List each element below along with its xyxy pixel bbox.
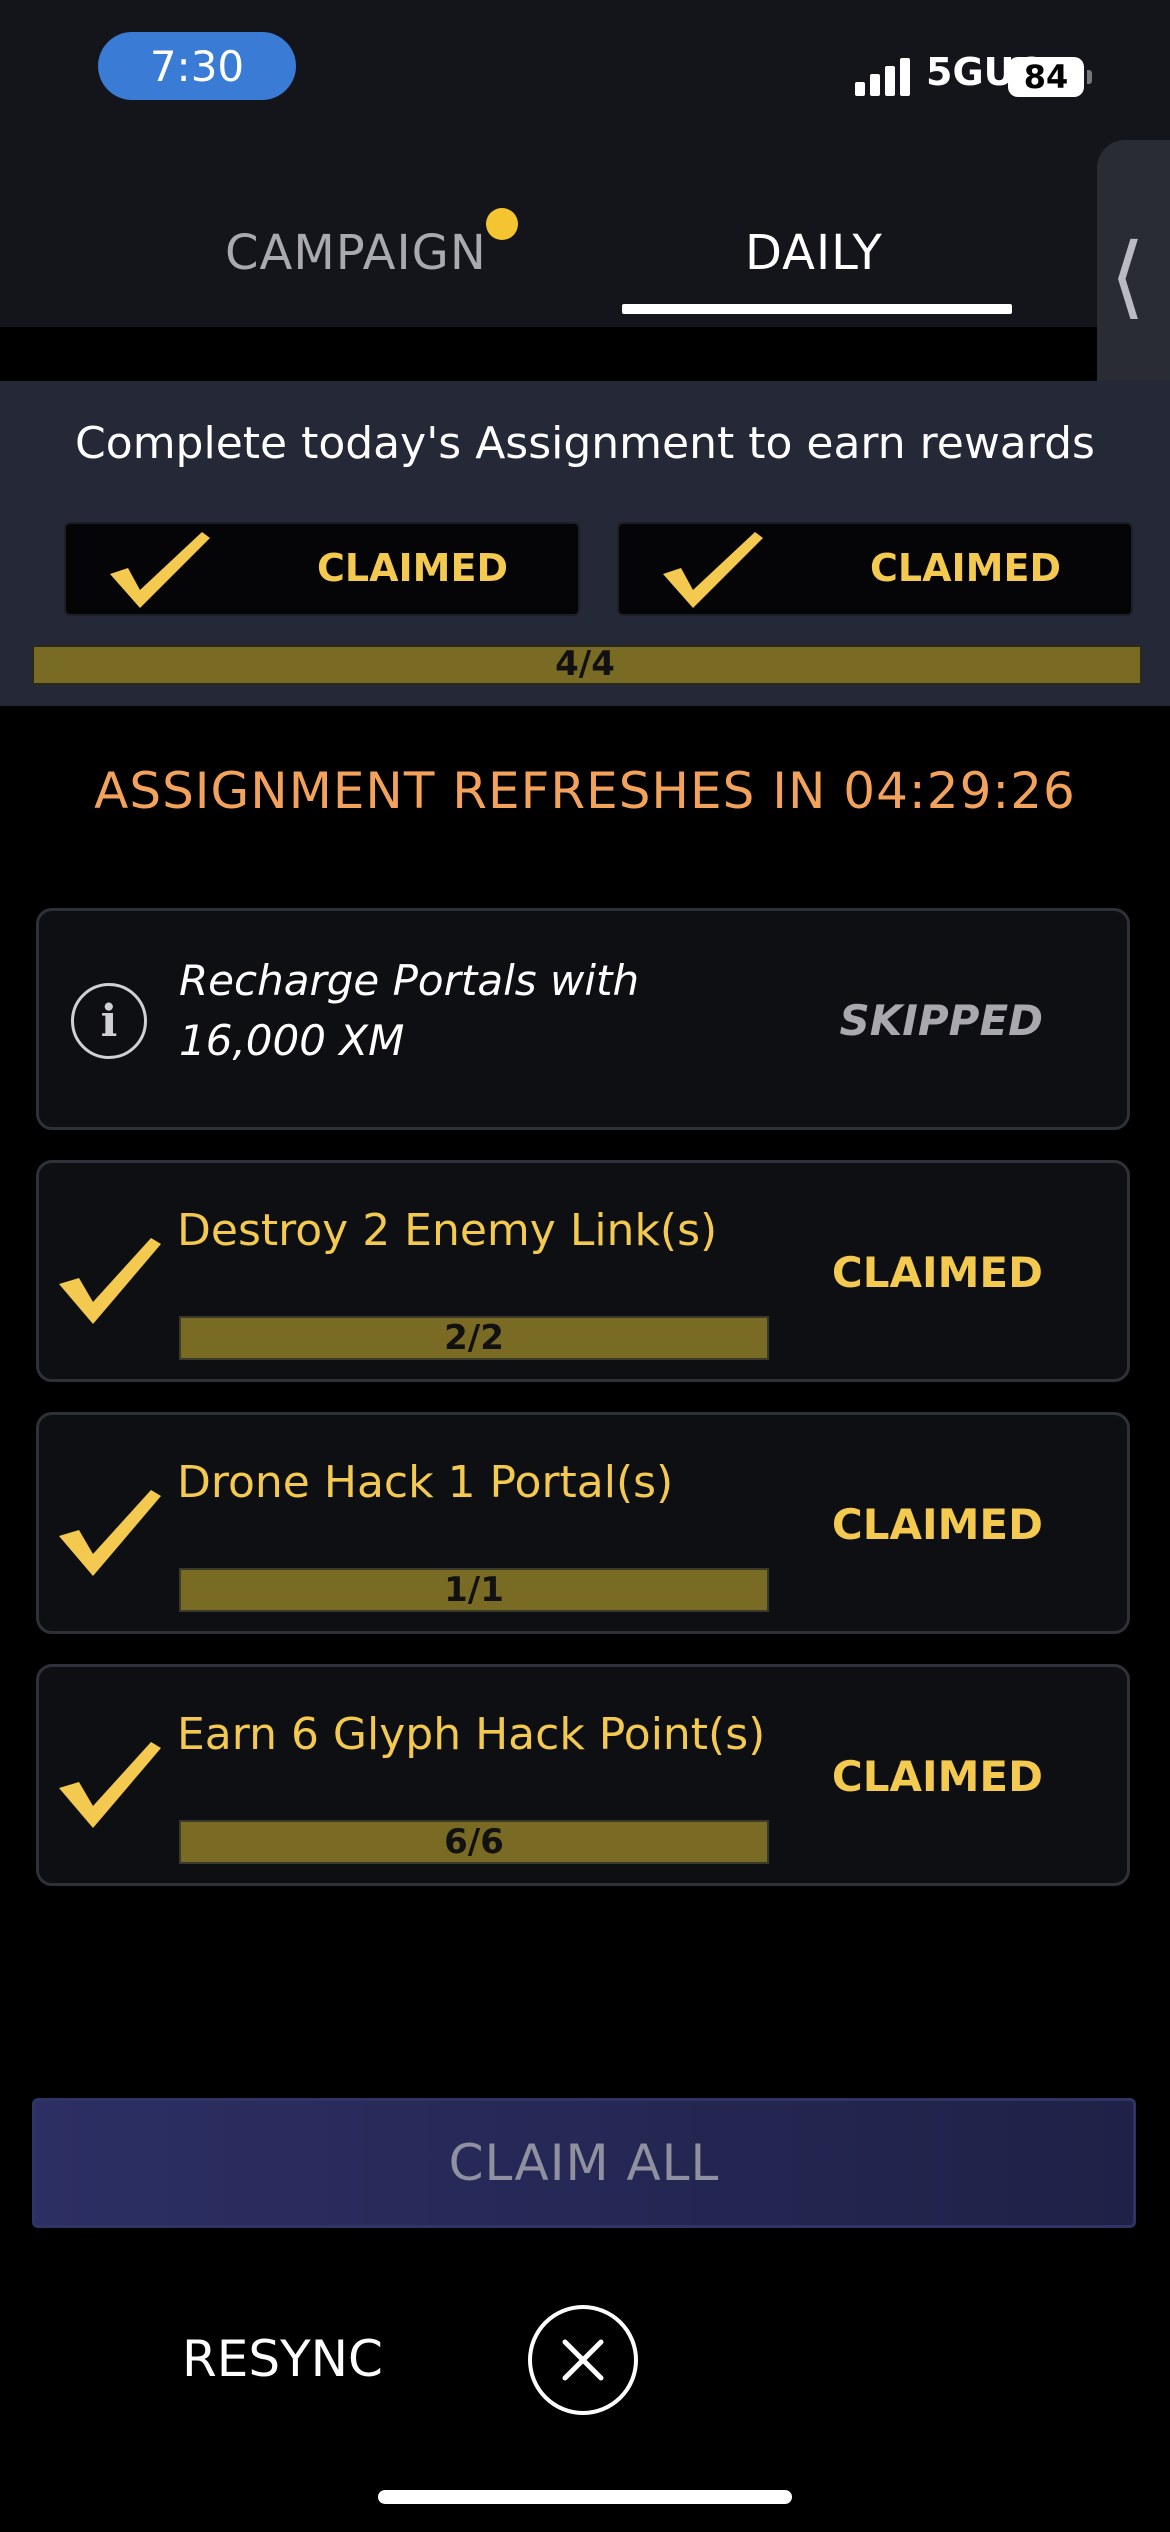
notification-dot: [486, 208, 518, 240]
tab-daily[interactable]: DAILY: [745, 225, 883, 281]
task-title: Recharge Portals with 16,000 XM: [179, 956, 640, 1065]
battery-icon: 84: [1008, 57, 1084, 97]
task-status: CLAIMED: [831, 1752, 1043, 1801]
task-progress-text: 6/6: [444, 1822, 504, 1862]
reward-box-1: CLAIMED: [64, 522, 580, 616]
rewards-progress-text: 4/4: [555, 644, 615, 684]
task-status: CLAIMED: [831, 1500, 1043, 1549]
close-button[interactable]: [528, 2305, 638, 2415]
chevron-left-icon[interactable]: ⟨: [1110, 232, 1145, 322]
task-card-destroy-links: Destroy 2 Enemy Link(s) CLAIMED 2/2: [36, 1160, 1130, 1382]
task-status: CLAIMED: [831, 1248, 1043, 1297]
tab-campaign[interactable]: CAMPAIGN: [225, 225, 487, 281]
checkmark-icon: [59, 1742, 161, 1828]
rewards-title: Complete today's Assignment to earn rewa…: [75, 418, 1095, 469]
reward-status: CLAIMED: [317, 546, 508, 590]
status-time: 7:30: [98, 32, 296, 100]
signal-icon: [855, 58, 915, 96]
checkmark-icon: [59, 1238, 161, 1324]
task-card-drone-hack: Drone Hack 1 Portal(s) CLAIMED 1/1: [36, 1412, 1130, 1634]
active-tab-indicator: [622, 304, 1012, 314]
resync-button[interactable]: RESYNC: [182, 2330, 383, 2388]
task-progress-text: 1/1: [444, 1570, 504, 1610]
checkmark-icon: [663, 532, 763, 608]
refresh-countdown: ASSIGNMENT REFRESHES IN 04:29:26: [94, 762, 1076, 820]
task-progress-bar: 1/1: [179, 1568, 769, 1612]
checkmark-icon: [59, 1490, 161, 1576]
task-status: SKIPPED: [839, 996, 1043, 1045]
claim-all-button[interactable]: CLAIM ALL: [32, 2098, 1136, 2228]
info-icon[interactable]: i: [71, 983, 147, 1059]
reward-box-2: CLAIMED: [617, 522, 1133, 616]
battery-nub: [1087, 70, 1092, 84]
task-title: Destroy 2 Enemy Link(s): [177, 1205, 718, 1256]
header: [0, 140, 1170, 327]
task-title: Earn 6 Glyph Hack Point(s): [177, 1709, 766, 1760]
home-indicator: [378, 2490, 792, 2504]
task-progress-bar: 6/6: [179, 1820, 769, 1864]
task-card-recharge: i Recharge Portals with 16,000 XM SKIPPE…: [36, 908, 1130, 1130]
checkmark-icon: [110, 532, 210, 608]
task-progress-bar: 2/2: [179, 1316, 769, 1360]
close-icon: [562, 2339, 604, 2381]
task-card-glyph-hack: Earn 6 Glyph Hack Point(s) CLAIMED 6/6: [36, 1664, 1130, 1886]
reward-status: CLAIMED: [870, 546, 1061, 590]
task-title: Drone Hack 1 Portal(s): [177, 1457, 674, 1508]
task-progress-text: 2/2: [444, 1318, 504, 1358]
